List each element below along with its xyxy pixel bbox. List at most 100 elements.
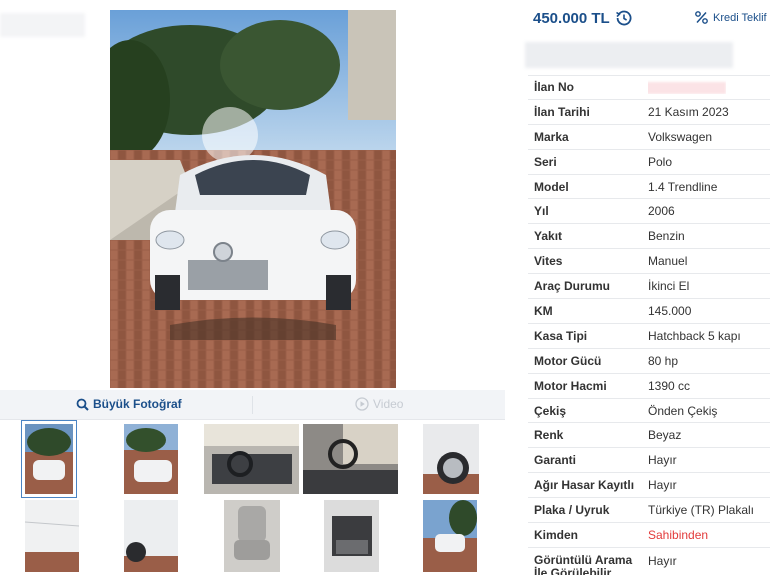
- spec-value: Türkiye (TR) Plakalı: [648, 503, 755, 518]
- thumbnail-7[interactable]: [124, 500, 178, 572]
- spec-row-kimden: Kimden Sahibinden: [528, 523, 770, 548]
- spec-value: 145.000: [648, 303, 692, 318]
- spec-row-model: Model 1.4 Trendline: [528, 175, 770, 200]
- thumbnail-8[interactable]: [224, 500, 280, 572]
- spec-label: Seri: [534, 154, 557, 169]
- spec-label: Motor Hacmi: [534, 378, 607, 393]
- thumbnail-3[interactable]: [204, 424, 299, 494]
- spec-value: İkinci El: [648, 279, 690, 294]
- spec-label: İlan Tarihi: [534, 104, 590, 119]
- spec-row-cekis: Çekiş Önden Çekiş: [528, 399, 770, 424]
- spec-label: Motor Gücü: [534, 353, 602, 368]
- price-row: 450.000 TL Kredi Teklif: [533, 8, 770, 30]
- spec-row-plaka-uyruk: Plaka / Uyruk Türkiye (TR) Plakalı: [528, 498, 770, 524]
- credit-offer-label: Kredi Teklif: [713, 11, 767, 24]
- thumbnail-2[interactable]: [124, 424, 178, 494]
- thumbnail-4[interactable]: [303, 424, 398, 494]
- spec-row-agir-hasar: Ağır Hasar Kayıtlı Hayır: [528, 473, 770, 499]
- thumbnail-6[interactable]: [25, 500, 79, 572]
- thumbnail-image: [25, 424, 73, 494]
- spec-row-goruntulu-arama: Görüntülü Arama İle Görülebilir Hayır: [528, 548, 770, 575]
- spec-row-ilan-no: İlan No: [528, 75, 770, 100]
- spec-row-marka: Marka Volkswagen: [528, 125, 770, 150]
- video-button[interactable]: Video: [355, 397, 403, 411]
- spec-value: Volkswagen: [648, 129, 713, 144]
- thumbnail-image: [423, 500, 477, 572]
- spec-label: Yakıt: [534, 229, 563, 244]
- spec-label: KM: [534, 303, 553, 318]
- spec-row-arac-durumu: Araç Durumu İkinci El: [528, 274, 770, 300]
- spec-value: Hayır: [648, 453, 677, 468]
- thumbnail-image: [423, 424, 479, 494]
- spec-value: Hayır: [648, 553, 677, 568]
- spec-row-renk: Renk Beyaz: [528, 423, 770, 449]
- toolbar-divider: [252, 396, 253, 414]
- play-icon: [355, 397, 369, 411]
- spec-value: 1.4 Trendline: [648, 179, 718, 194]
- spec-label: Görüntülü Arama İle Görülebilir: [534, 552, 633, 575]
- spec-label: Plaka / Uyruk: [534, 503, 610, 518]
- spec-row-kasa-tipi: Kasa Tipi Hatchback 5 kapı: [528, 324, 770, 349]
- spec-label: İlan No: [534, 80, 575, 95]
- credit-offer-link[interactable]: Kredi Teklif: [695, 11, 767, 24]
- spec-label: Kimden: [534, 527, 579, 542]
- thumbnail-9[interactable]: [324, 500, 379, 572]
- thumbnail-10[interactable]: [423, 500, 477, 572]
- price-history-icon[interactable]: [615, 9, 633, 27]
- spec-value: Manuel: [648, 254, 688, 269]
- spec-label: Vites: [534, 254, 563, 269]
- spec-row-ilan-tarihi: İlan Tarihi 21 Kasım 2023: [528, 100, 770, 125]
- spec-value: Hatchback 5 kapı: [648, 328, 741, 343]
- spec-label: Ağır Hasar Kayıtlı: [534, 478, 635, 493]
- spec-label: Model: [534, 179, 569, 194]
- spec-label: Garanti: [534, 453, 577, 468]
- spec-value: Beyaz: [648, 428, 682, 443]
- spec-table: İlan No İlan Tarihi 21 Kasım 2023 Marka …: [528, 75, 770, 575]
- spec-row-motor-gucu: Motor Gücü 80 hp: [528, 349, 770, 374]
- spec-row-vites: Vites Manuel: [528, 249, 770, 275]
- spec-label: Çekiş: [534, 403, 567, 418]
- spec-row-yil: Yıl 2006: [528, 199, 770, 225]
- thumbnail-5[interactable]: [423, 424, 479, 494]
- spec-row-yakit: Yakıt Benzin: [528, 224, 770, 250]
- thumbnail-image: [324, 500, 379, 572]
- spec-value: [648, 80, 726, 95]
- spec-label: Kasa Tipi: [534, 328, 588, 343]
- blurred-listing-title: [0, 13, 85, 37]
- thumbnail-image: [124, 500, 178, 572]
- magnifier-icon: [76, 398, 89, 411]
- thumbnail-strip: [0, 420, 505, 575]
- thumbnail-image: [224, 500, 280, 572]
- spec-row-km: KM 145.000: [528, 299, 770, 324]
- spec-row-motor-hacmi: Motor Hacmi 1390 cc: [528, 374, 770, 399]
- main-photo[interactable]: [110, 10, 396, 388]
- big-photo-label: Büyük Fotoğraf: [93, 397, 182, 411]
- big-photo-button[interactable]: Büyük Fotoğraf: [76, 397, 182, 411]
- spec-row-garanti: Garanti Hayır: [528, 448, 770, 474]
- redacted-listing-number: [648, 82, 726, 95]
- spec-value: 1390 cc: [648, 378, 691, 393]
- spec-value: Polo: [648, 154, 673, 169]
- blurred-seller-name: [525, 42, 733, 68]
- spec-value: Hayır: [648, 478, 677, 493]
- thumbnail-image: [204, 424, 299, 494]
- spec-value: Benzin: [648, 229, 685, 244]
- spec-label: Renk: [534, 428, 564, 443]
- spec-label: Yıl: [534, 204, 549, 219]
- spec-row-seri: Seri Polo: [528, 150, 770, 175]
- car-photo-illustration: [110, 10, 396, 388]
- spec-value: 21 Kasım 2023: [648, 104, 729, 119]
- spec-label: Araç Durumu: [534, 279, 611, 294]
- spec-value: 80 hp: [648, 353, 679, 368]
- spec-label: Marka: [534, 129, 569, 144]
- spec-value: Önden Çekiş: [648, 403, 718, 418]
- thumbnail-image: [25, 500, 79, 572]
- thumbnail-1[interactable]: [21, 420, 77, 498]
- thumbnail-image: [124, 424, 178, 494]
- price: 450.000 TL: [533, 10, 610, 27]
- seller-type-value: Sahibinden: [648, 527, 709, 542]
- spec-value: 2006: [648, 204, 675, 219]
- gallery-toolbar: Büyük Fotoğraf Video: [0, 390, 505, 420]
- video-label: Video: [373, 397, 404, 411]
- thumbnail-image: [303, 424, 398, 494]
